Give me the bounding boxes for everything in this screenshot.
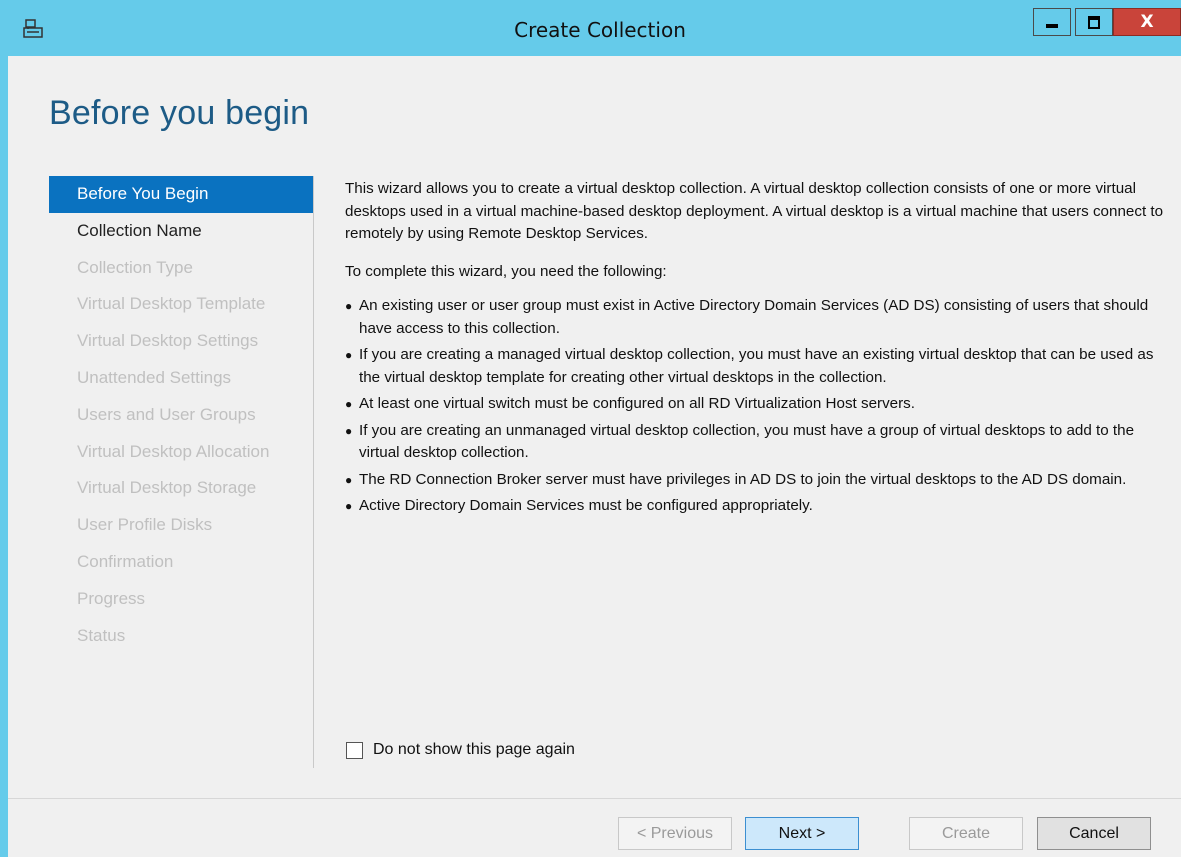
- nav-item-virtual-desktop-allocation: Virtual Desktop Allocation: [77, 441, 270, 461]
- window-title: Create Collection: [514, 18, 686, 42]
- nav-item-status: Status: [77, 625, 126, 645]
- list-item: ● Active Directory Domain Services must b…: [345, 495, 1165, 518]
- wizard-steps-nav: Before You Begin Collection Name Collect…: [49, 176, 313, 654]
- nav-item-progress: Progress: [77, 588, 146, 608]
- intro-text: This wizard allows you to create a virtu…: [345, 180, 1164, 242]
- maximize-button[interactable]: [1075, 8, 1113, 36]
- create-button[interactable]: Create: [909, 817, 1023, 850]
- requirements-lead: To complete this wizard, you need the fo…: [345, 262, 667, 280]
- nav-item-collection-name[interactable]: Collection Name: [49, 213, 313, 250]
- maximize-icon: [1088, 15, 1100, 29]
- bullet-icon: ●: [345, 472, 353, 487]
- bullet-icon: ●: [345, 423, 353, 438]
- requirement-text: Active Directory Domain Services must be…: [359, 497, 813, 514]
- minimize-icon: [1046, 24, 1058, 28]
- wizard-footer: < Previous Next > Create Cancel: [8, 798, 1181, 857]
- nav-item-virtual-desktop-settings: Virtual Desktop Settings: [77, 331, 259, 351]
- wizard-client-area: Before you begin Before You Begin Collec…: [8, 56, 1181, 857]
- list-item: ● The RD Connection Broker server must ha…: [345, 469, 1165, 492]
- cancel-button[interactable]: Cancel: [1037, 817, 1151, 850]
- nav-divider: [313, 176, 314, 768]
- bullet-icon: ●: [345, 299, 353, 313]
- requirement-text: If you are creating an unmanaged virtual…: [359, 421, 1135, 462]
- bullet-icon: ●: [345, 348, 353, 362]
- requirement-text: At least one virtual switch must be conf…: [359, 395, 915, 412]
- close-icon: X: [1140, 11, 1154, 32]
- title-bar[interactable]: Create Collection X: [0, 0, 1181, 56]
- requirement-text: An existing user or user group must exis…: [359, 297, 1149, 337]
- requirement-text: If you are creating a managed virtual de…: [359, 346, 1154, 386]
- nav-item-user-profile-disks: User Profile Disks: [77, 515, 213, 535]
- create-collection-window: Create Collection X Before you begin Bef…: [0, 0, 1181, 857]
- nav-item-users-and-user-groups: Users and User Groups: [77, 404, 256, 424]
- minimize-button[interactable]: [1033, 8, 1071, 36]
- requirements-list: ● An existing user or user group must exi…: [345, 295, 1165, 518]
- next-button[interactable]: Next >: [745, 817, 859, 850]
- dont-show-again-checkbox[interactable]: [346, 741, 363, 759]
- nav-item-confirmation: Confirmation: [77, 551, 174, 571]
- wizard-content: This wizard allows you to create a virtu…: [345, 178, 1165, 522]
- previous-button[interactable]: < Previous: [618, 817, 732, 850]
- nav-item-unattended-settings: Unattended Settings: [77, 367, 232, 387]
- nav-item-collection-type: Collection Type: [77, 257, 193, 277]
- bullet-icon: ●: [345, 397, 353, 411]
- list-item: ● An existing user or user group must exi…: [345, 295, 1165, 340]
- list-item: ● At least one virtual switch must be con…: [345, 393, 1165, 416]
- bullet-icon: ●: [345, 499, 353, 513]
- list-item: ● If you are creating an unmanaged virtua…: [345, 420, 1165, 465]
- requirement-text: The RD Connection Broker server must hav…: [359, 470, 1127, 488]
- page-title: Before you begin: [49, 94, 310, 132]
- nav-item-virtual-desktop-template: Virtual Desktop Template: [77, 294, 266, 314]
- dont-show-again-option[interactable]: Do not show this page again: [346, 741, 575, 759]
- dont-show-again-label: Do not show this page again: [373, 741, 575, 758]
- list-item: ● If you are creating a managed virtual d…: [345, 344, 1165, 389]
- close-button[interactable]: X: [1113, 8, 1181, 36]
- nav-item-before-you-begin[interactable]: Before You Begin: [49, 176, 313, 213]
- nav-item-virtual-desktop-storage: Virtual Desktop Storage: [77, 478, 257, 498]
